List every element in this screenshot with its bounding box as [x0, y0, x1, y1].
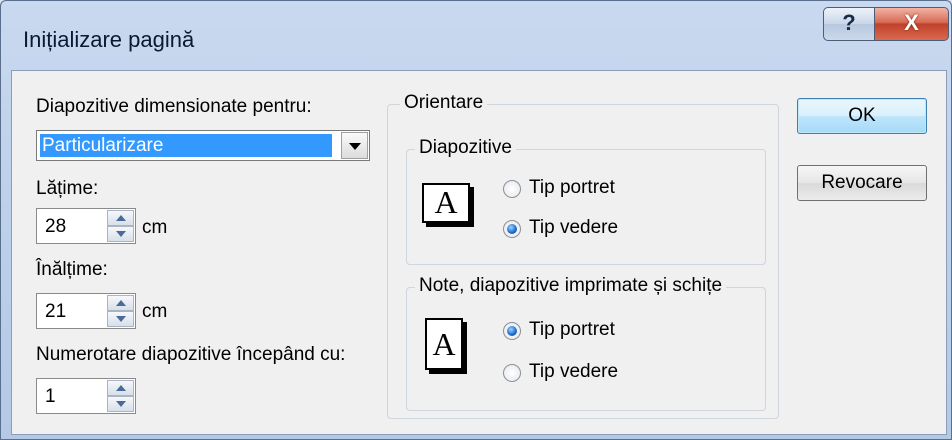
slides-landscape-label: Tip vedere: [529, 217, 619, 238]
numbering-up-arrow-icon[interactable]: [107, 380, 134, 396]
chevron-down-icon[interactable]: [341, 132, 368, 159]
notes-landscape-label: Tip vedere: [529, 361, 619, 382]
notes-orientation-group: Note, diapozitive imprimate și schițe A …: [406, 275, 766, 411]
width-label: Lățime:: [36, 178, 99, 199]
numbering-label: Numerotare diapozitive începând cu:: [36, 344, 346, 365]
height-label: Înălțime:: [36, 259, 108, 280]
slides-sized-for-value: Particularizare: [40, 134, 332, 157]
notes-portrait-label: Tip portret: [529, 319, 615, 340]
slides-sized-for-select[interactable]: Particularizare: [36, 130, 370, 161]
slides-sized-for-label: Diapozitive dimensionate pentru:: [36, 96, 312, 117]
slides-portrait-radio[interactable]: [503, 180, 521, 198]
numbering-down-arrow-icon[interactable]: [107, 396, 134, 412]
width-value: 28: [45, 216, 67, 237]
numbering-spinner[interactable]: 1: [36, 378, 136, 414]
height-unit: cm: [142, 301, 168, 322]
width-up-arrow-icon[interactable]: [107, 210, 134, 226]
portrait-page-icon: A: [425, 318, 463, 370]
help-icon: ?: [842, 10, 856, 35]
width-unit: cm: [142, 217, 168, 238]
notes-orientation-label: Note, diapozitive imprimate și schițe: [415, 275, 727, 297]
slides-orientation-label: Diapozitive: [415, 137, 516, 159]
page-setup-dialog: Inițializare pagină ? X Diapozitive dime…: [0, 0, 952, 440]
dialog-body: Diapozitive dimensionate pentru: Particu…: [11, 70, 947, 435]
cancel-button[interactable]: Revocare: [797, 165, 927, 201]
slides-portrait-label: Tip portret: [529, 177, 615, 198]
close-button[interactable]: X: [874, 7, 949, 41]
height-up-arrow-icon[interactable]: [107, 295, 134, 311]
height-spinner[interactable]: 21: [36, 293, 136, 329]
width-spinner[interactable]: 28: [36, 208, 136, 244]
slides-orientation-group: Diapozitive A Tip portret Tip vedere: [406, 137, 766, 265]
height-value: 21: [45, 301, 67, 322]
landscape-page-icon: A: [422, 183, 470, 223]
slides-landscape-radio[interactable]: [503, 220, 521, 238]
notes-landscape-radio[interactable]: [503, 364, 521, 382]
orientation-group: Orientare Diapozitive A Tip portret Tip …: [387, 92, 779, 419]
ok-button[interactable]: OK: [797, 98, 927, 134]
help-button[interactable]: ?: [823, 7, 875, 41]
title-bar[interactable]: Inițializare pagină ? X: [1, 1, 951, 67]
notes-portrait-radio[interactable]: [503, 322, 521, 340]
numbering-value: 1: [45, 386, 56, 407]
orientation-label: Orientare: [400, 92, 488, 114]
width-down-arrow-icon[interactable]: [107, 226, 134, 242]
window-title: Inițializare pagină: [23, 27, 195, 52]
close-icon: X: [904, 10, 919, 35]
height-down-arrow-icon[interactable]: [107, 311, 134, 327]
